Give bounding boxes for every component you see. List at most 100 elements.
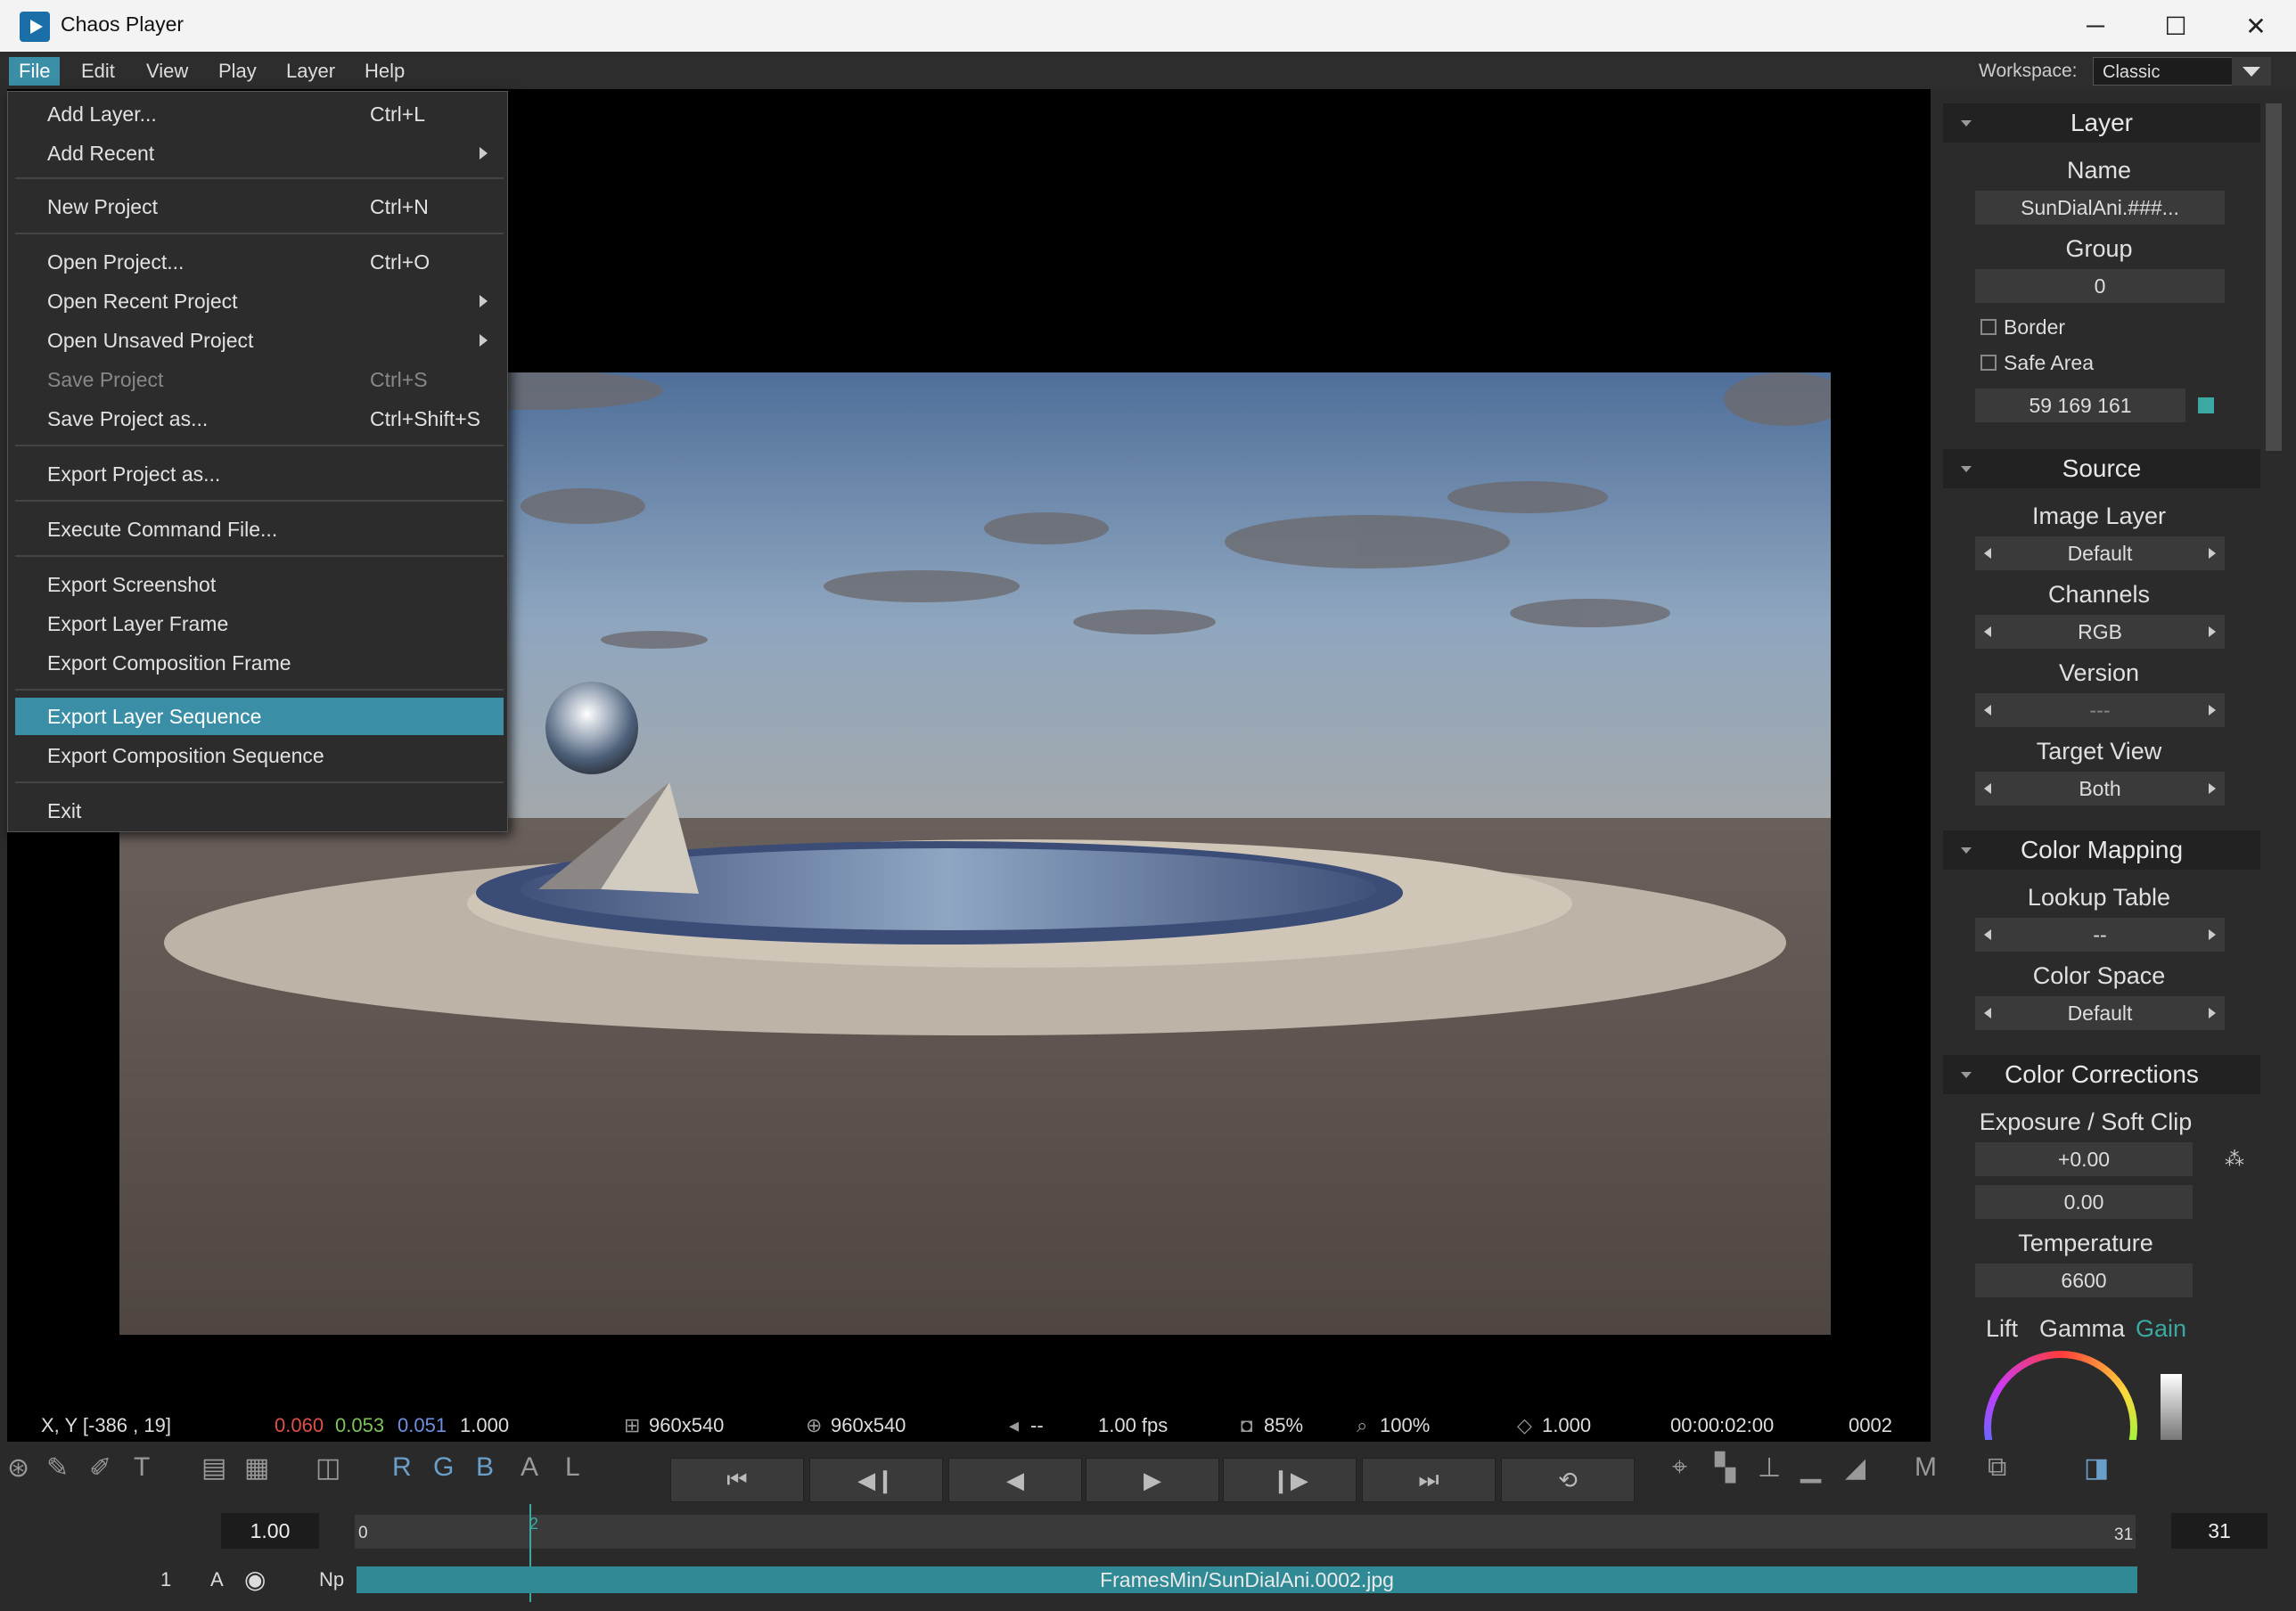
version-spinner[interactable]: ---: [1975, 693, 2225, 727]
menu-item-exit[interactable]: Exit: [15, 792, 504, 830]
gain-tab[interactable]: Gain: [2136, 1315, 2186, 1343]
menu-item-save-project[interactable]: Save Project Ctrl+S: [15, 361, 504, 398]
lut-spinner[interactable]: --: [1975, 918, 2225, 952]
m-button[interactable]: M: [1915, 1452, 1937, 1483]
play-button[interactable]: ▶: [1086, 1458, 1219, 1502]
menu-item-add-layer[interactable]: Add Layer... Ctrl+L: [15, 95, 504, 133]
color-corrections-section-header[interactable]: Color Corrections: [1943, 1055, 2260, 1094]
text-tool-icon[interactable]: T: [134, 1452, 150, 1483]
timecode: 00:00:02:00: [1670, 1414, 1775, 1436]
arrow-left-icon[interactable]: [1984, 783, 1991, 794]
align-icon[interactable]: ▁: [1800, 1452, 1821, 1484]
arrow-left-icon[interactable]: [1984, 626, 1991, 637]
arrow-left-icon[interactable]: [1984, 705, 1991, 716]
arrow-right-icon[interactable]: [2209, 929, 2216, 940]
border-checkbox[interactable]: [1980, 319, 1997, 335]
maximize-button[interactable]: ☐: [2136, 0, 2216, 52]
layer-color-field[interactable]: 59 169 161: [1975, 388, 2185, 422]
menu-play[interactable]: Play: [209, 57, 266, 86]
layer-section-header[interactable]: Layer: [1943, 103, 2260, 143]
menu-item-new-project[interactable]: New Project Ctrl+N: [15, 188, 504, 225]
color-wheel[interactable]: [1984, 1351, 2144, 1440]
menu-item-open-recent-project[interactable]: Open Recent Project: [15, 282, 504, 320]
close-button[interactable]: ✕: [2216, 0, 2296, 52]
menu-item-open-project[interactable]: Open Project... Ctrl+O: [15, 243, 504, 281]
channel-l-button[interactable]: L: [565, 1452, 580, 1483]
menu-item-export-layer-frame[interactable]: Export Layer Frame: [15, 605, 504, 642]
source-section-header[interactable]: Source: [1943, 449, 2260, 488]
film-icon[interactable]: ▤: [201, 1452, 226, 1484]
menu-edit[interactable]: Edit: [71, 57, 125, 86]
menu-item-label: Add Recent: [47, 142, 155, 165]
menu-help[interactable]: Help: [355, 57, 414, 86]
target-view-spinner[interactable]: Both: [1975, 772, 2225, 806]
eraser-icon[interactable]: ✐: [89, 1452, 111, 1484]
lift-tab[interactable]: Lift: [1986, 1315, 2018, 1343]
minimize-button[interactable]: ─: [2055, 0, 2136, 52]
channel-r-button[interactable]: R: [392, 1452, 412, 1483]
time-slider[interactable]: 0 2 31: [355, 1515, 2136, 1549]
channels-spinner[interactable]: RGB: [1975, 615, 2225, 649]
temperature-field[interactable]: 6600: [1975, 1263, 2193, 1297]
arrow-left-icon[interactable]: [1984, 548, 1991, 559]
eye-icon[interactable]: ◉: [244, 1565, 266, 1594]
arrow-left-icon[interactable]: [1984, 929, 1991, 940]
menu-item-open-unsaved-project[interactable]: Open Unsaved Project: [15, 322, 504, 359]
align-bottom-icon[interactable]: ⊥: [1758, 1452, 1781, 1484]
step-forward-button[interactable]: ❙▶: [1223, 1458, 1357, 1502]
aperture-icon[interactable]: ⊛: [7, 1452, 29, 1484]
softclip-field[interactable]: 0.00: [1975, 1185, 2193, 1219]
ramp-icon[interactable]: ◢: [1845, 1452, 1866, 1484]
curve-icon[interactable]: ⁂: [2225, 1148, 2244, 1171]
playback-speed-field[interactable]: 1.00: [221, 1513, 319, 1549]
arrow-left-icon[interactable]: [1984, 1008, 1991, 1018]
panel-scrollbar[interactable]: [2266, 103, 2282, 451]
menu-item-add-recent[interactable]: Add Recent: [15, 135, 504, 172]
menu-layer[interactable]: Layer: [276, 57, 345, 86]
menu-item-execute-command-file[interactable]: Execute Command File...: [15, 511, 504, 548]
loop-button[interactable]: ⟲: [1501, 1458, 1635, 1502]
arrow-right-icon[interactable]: [2209, 626, 2216, 637]
target-icon[interactable]: ⌖: [1672, 1452, 1687, 1483]
arrow-right-icon[interactable]: [2209, 1008, 2216, 1018]
layers-icon[interactable]: ▦: [244, 1452, 269, 1484]
split-view-icon[interactable]: ⧉: [1988, 1452, 2006, 1483]
menu-item-export-layer-sequence[interactable]: Export Layer Sequence: [15, 698, 504, 735]
channel-g-button[interactable]: G: [433, 1452, 454, 1483]
step-back-button[interactable]: ◀❙: [809, 1458, 943, 1502]
image-layer-spinner[interactable]: Default: [1975, 536, 2225, 570]
compare-icon[interactable]: ◫: [316, 1452, 340, 1484]
chevron-down-icon[interactable]: [2232, 57, 2271, 86]
menu-item-export-project-as[interactable]: Export Project as...: [15, 455, 504, 493]
menu-file[interactable]: File: [9, 57, 61, 86]
end-frame-field[interactable]: 31: [2171, 1513, 2267, 1549]
menu-item-save-project-as[interactable]: Save Project as... Ctrl+Shift+S: [15, 400, 504, 438]
menu-item-export-screenshot[interactable]: Export Screenshot: [15, 566, 504, 603]
arrow-right-icon[interactable]: [2209, 783, 2216, 794]
menu-item-export-composition-sequence[interactable]: Export Composition Sequence: [15, 737, 504, 774]
safe-area-checkbox[interactable]: [1980, 355, 1997, 371]
group-field[interactable]: 0: [1975, 269, 2225, 303]
layer-color-swatch[interactable]: [2198, 397, 2214, 413]
layer-track[interactable]: FramesMin/SunDialAni.0002.jpg: [357, 1566, 2137, 1593]
arrow-right-icon[interactable]: [2209, 548, 2216, 559]
color-space-spinner[interactable]: Default: [1975, 996, 2225, 1030]
exposure-field[interactable]: +0.00: [1975, 1142, 2193, 1176]
gamma-tab[interactable]: Gamma: [2039, 1315, 2125, 1343]
menu-item-export-composition-frame[interactable]: Export Composition Frame: [15, 644, 504, 682]
layer-name-field[interactable]: SunDialAni.###...: [1975, 191, 2225, 225]
skip-to-end-button[interactable]: ⏭: [1362, 1458, 1496, 1502]
channel-b-button[interactable]: B: [476, 1452, 494, 1483]
pencil-icon[interactable]: ✎: [46, 1452, 69, 1484]
gain-slider[interactable]: [2161, 1374, 2182, 1440]
channel-a-button[interactable]: A: [521, 1452, 538, 1483]
arrow-right-icon[interactable]: [2209, 705, 2216, 716]
panel-toggle-icon[interactable]: ◨: [2084, 1452, 2109, 1484]
layer-np-toggle[interactable]: Np: [319, 1568, 344, 1591]
color-mapping-section-header[interactable]: Color Mapping: [1943, 830, 2260, 870]
menu-view[interactable]: View: [136, 57, 198, 86]
layer-a-toggle[interactable]: A: [210, 1568, 224, 1591]
play-backward-button[interactable]: ◀: [948, 1458, 1082, 1502]
checker-icon[interactable]: ▚: [1715, 1452, 1735, 1484]
skip-to-start-button[interactable]: ⏮: [670, 1458, 804, 1502]
